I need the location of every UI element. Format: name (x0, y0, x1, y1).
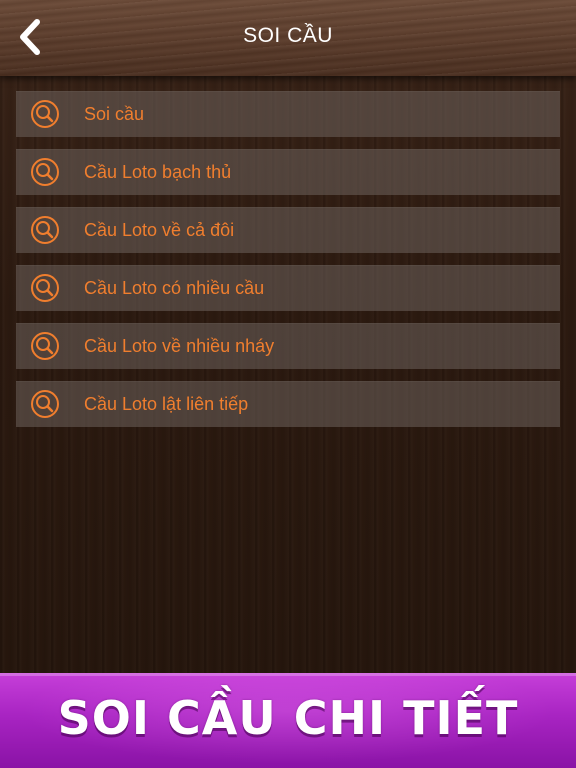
menu-item-cau-loto-ve-ca-doi[interactable]: Cầu Loto về cả đôi (16, 207, 560, 253)
search-icon (31, 332, 59, 360)
search-icon (31, 158, 59, 186)
menu-item-cau-loto-ve-nhieu-nhay[interactable]: Cầu Loto về nhiều nháy (16, 323, 560, 369)
menu-item-cau-loto-lat-lien-tiep[interactable]: Cầu Loto lật liên tiếp (16, 381, 560, 427)
menu-item-label: Cầu Loto về nhiều nháy (84, 335, 275, 356)
banner-text: SOI CẦU CHI TIẾT (57, 691, 519, 745)
search-icon (31, 100, 59, 128)
menu-list: Soi cầu Cầu Loto bạch thủ Cầu Loto về cả… (16, 91, 560, 439)
menu-item-label: Cầu Loto về cả đôi (84, 219, 235, 240)
promo-banner: SOI CẦU CHI TIẾT (0, 673, 576, 768)
page-title: SOI CẦU (243, 24, 333, 47)
search-icon (31, 390, 59, 418)
menu-item-label: Cầu Loto lật liên tiếp (84, 393, 249, 414)
menu-item-label: Cầu Loto có nhiều cầu (84, 277, 265, 298)
search-icon (31, 216, 59, 244)
search-icon (31, 274, 59, 302)
app-header: SOI CẦU (0, 0, 576, 76)
menu-item-label: Soi cầu (84, 103, 145, 124)
menu-item-soi-cau[interactable]: Soi cầu (16, 91, 560, 137)
menu-item-cau-loto-co-nhieu-cau[interactable]: Cầu Loto có nhiều cầu (16, 265, 560, 311)
menu-item-label: Cầu Loto bạch thủ (84, 161, 232, 182)
menu-item-cau-loto-bach-thu[interactable]: Cầu Loto bạch thủ (16, 149, 560, 195)
